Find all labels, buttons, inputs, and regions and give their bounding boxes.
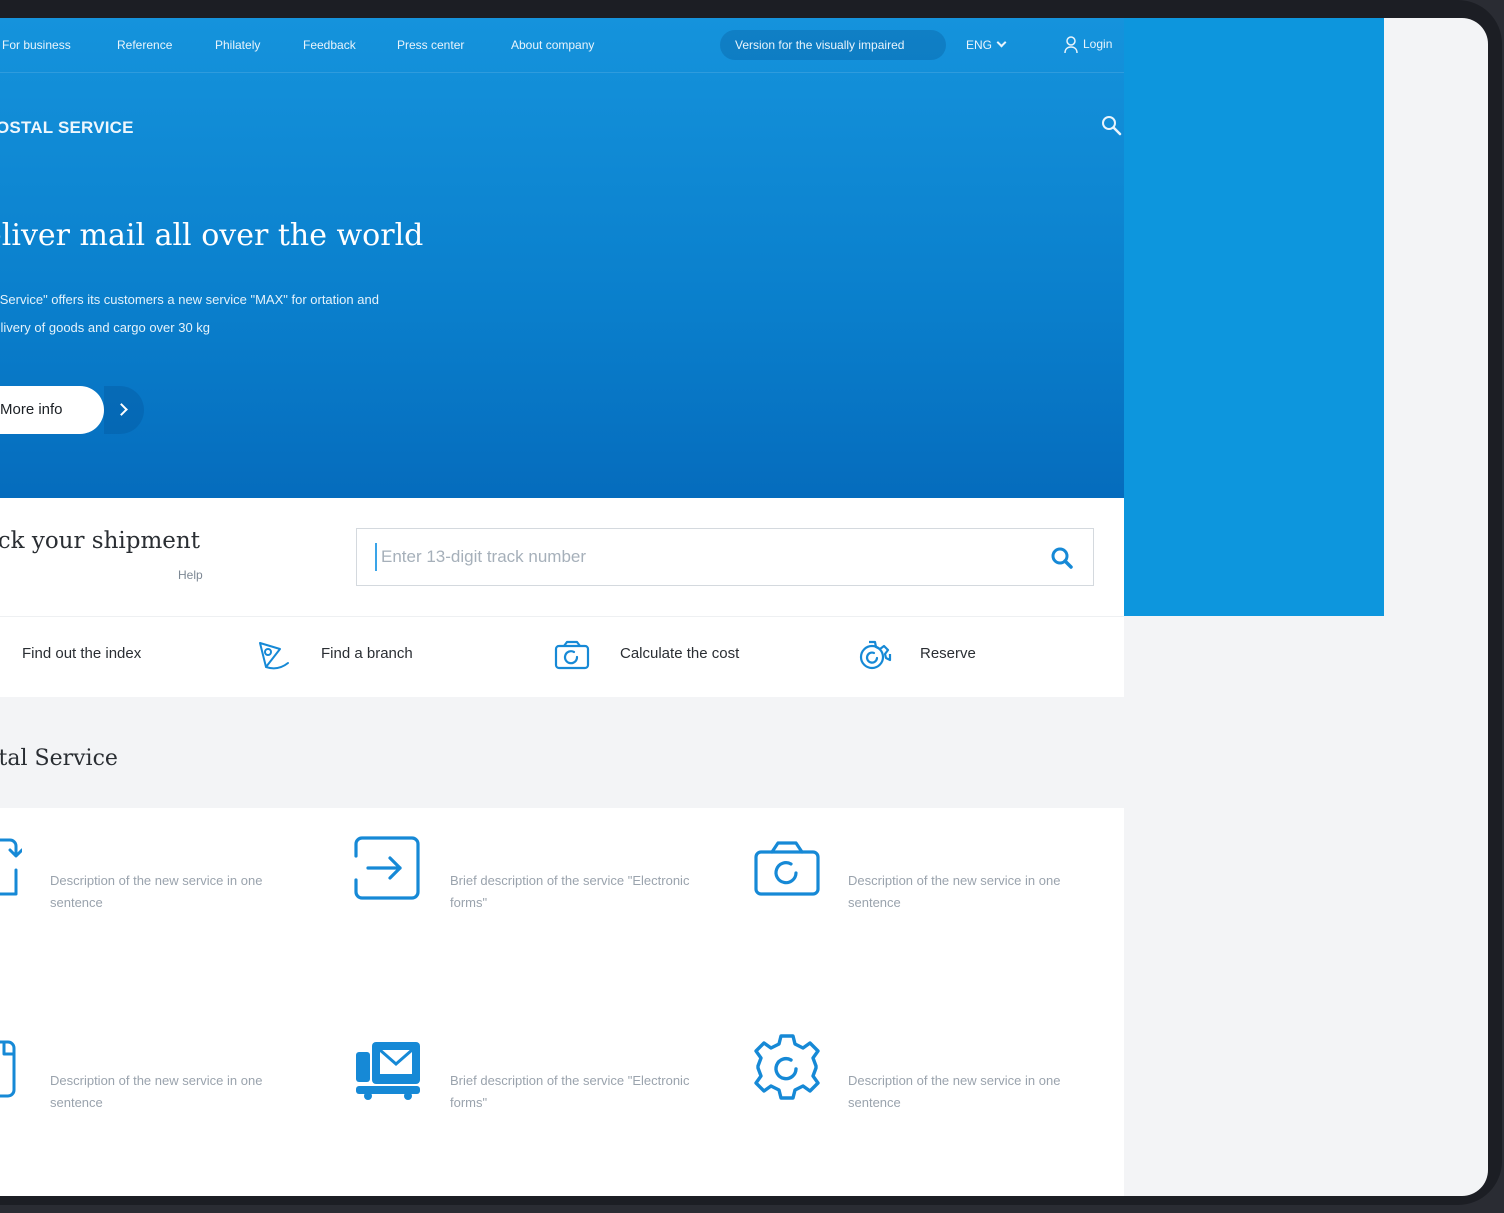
help-link[interactable]: Help — [178, 568, 203, 582]
search-icon[interactable] — [1100, 114, 1124, 143]
track-shipment-panel: ack your shipment Help — [0, 498, 1124, 616]
language-label: ENG — [966, 38, 993, 52]
hero-next-button[interactable] — [104, 386, 144, 434]
section-title: ostal Service — [0, 746, 118, 771]
gear-icon[interactable] — [752, 1032, 822, 1107]
login-label: Login — [1083, 37, 1113, 52]
more-info-label: More info — [0, 401, 63, 418]
services-grid: Description of the new service in one se… — [0, 808, 1124, 1196]
track-title: ack your shipment — [0, 528, 200, 554]
gear-icon[interactable] — [852, 639, 892, 680]
service-description: Description of the new service in one se… — [848, 873, 1061, 910]
track-number-input[interactable] — [381, 530, 1021, 584]
camera-refresh-icon[interactable] — [752, 838, 822, 905]
quick-action-find-branch[interactable]: Find a branch — [321, 645, 413, 662]
nav-link-philately[interactable]: Philately — [215, 38, 260, 52]
hero-banner: For business Reference Philately Feedbac… — [0, 18, 1124, 498]
visually-impaired-button[interactable]: Version for the visually impaired — [720, 30, 946, 60]
quick-action-find-index[interactable]: Find out the index — [22, 645, 141, 662]
nav-link-business[interactable]: For business — [2, 38, 71, 52]
service-description: Description of the new service in one se… — [50, 1073, 263, 1110]
mail-truck-icon[interactable] — [352, 1038, 424, 1107]
chevron-right-icon — [115, 403, 128, 416]
quick-actions-bar: Find out the index Find a branch Calcula… — [0, 616, 1124, 697]
hero-headline: eliver mail all over the world — [0, 218, 424, 253]
user-icon — [1064, 36, 1078, 54]
nav-link-press-center[interactable]: Press center — [397, 38, 464, 52]
track-number-field — [356, 528, 1094, 586]
nav-link-about[interactable]: About company — [511, 38, 594, 52]
brand-name[interactable]: OSTAL SERVICE — [0, 118, 134, 138]
calculator-icon[interactable] — [552, 639, 592, 678]
sign-in-icon[interactable] — [352, 834, 422, 907]
hero-description: al Service" offers its customers a new s… — [0, 292, 379, 335]
transfer-icon[interactable] — [0, 832, 24, 905]
nav-link-feedback[interactable]: Feedback — [303, 38, 356, 52]
quick-action-reserve[interactable]: Reserve — [920, 645, 976, 662]
service-description: Description of the new service in one se… — [848, 1073, 1061, 1110]
service-description: Brief description of the service "Electr… — [450, 873, 690, 910]
pin-icon[interactable] — [252, 639, 292, 678]
search-icon[interactable] — [1049, 545, 1075, 576]
top-navigation: For business Reference Philately Feedbac… — [0, 18, 1124, 73]
service-description: Description of the new service in one se… — [50, 873, 263, 910]
service-description: Brief description of the service "Electr… — [450, 1073, 690, 1110]
browser-screen: For business Reference Philately Feedbac… — [0, 18, 1488, 1196]
nav-link-reference[interactable]: Reference — [117, 38, 172, 52]
document-icon[interactable] — [0, 1034, 22, 1109]
text-cursor — [375, 543, 377, 571]
language-selector[interactable]: ENG — [966, 37, 1007, 52]
quick-action-calculate-cost[interactable]: Calculate the cost — [620, 645, 739, 662]
chevron-down-icon — [996, 37, 1007, 48]
login-link[interactable]: Login — [1064, 36, 1112, 54]
visually-impaired-label: Version for the visually impaired — [735, 38, 905, 52]
more-info-button[interactable]: More info — [0, 386, 104, 434]
